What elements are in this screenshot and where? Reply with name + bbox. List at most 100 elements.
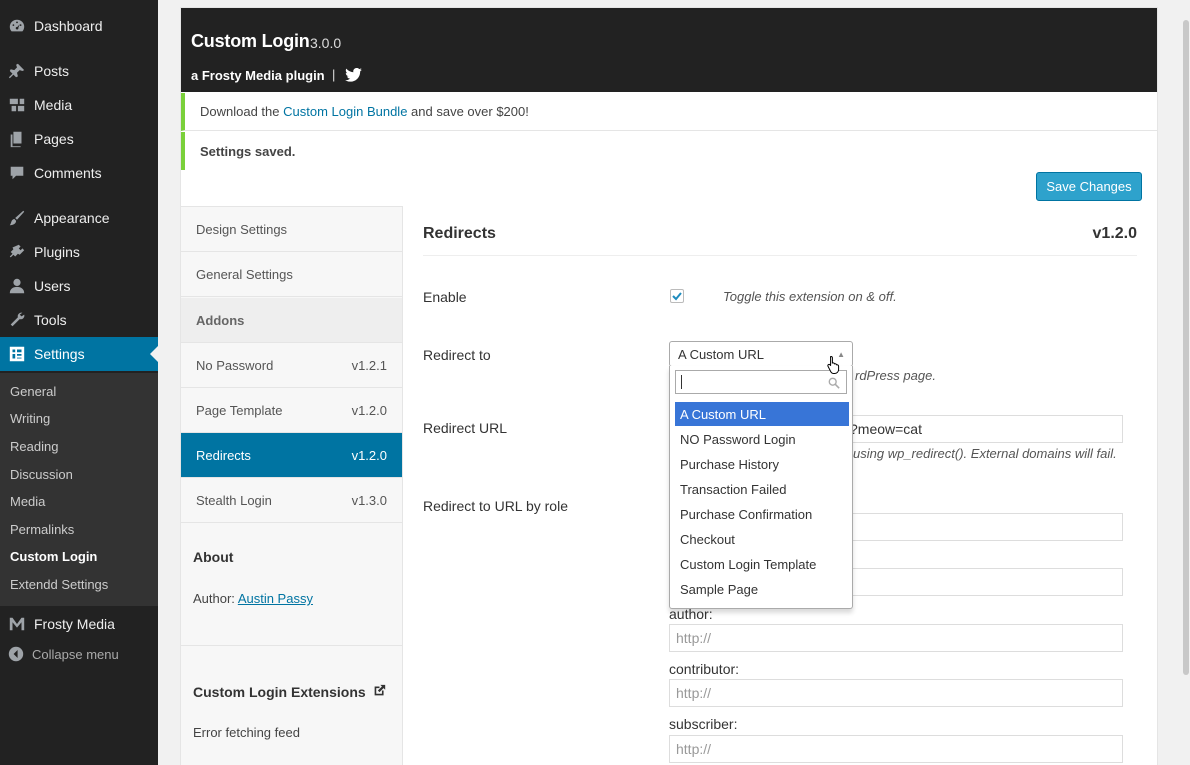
redirect-to-label: Redirect to <box>423 347 491 363</box>
header-separator: | <box>332 67 336 82</box>
text-caret <box>681 375 682 389</box>
redirect-to-description: rdPress page. <box>855 368 936 383</box>
menu-label: Dashboard <box>34 18 103 34</box>
settings-submenu: General Writing Reading Discussion Media… <box>0 373 158 606</box>
contributor-url-input[interactable]: http:// <box>669 679 1123 707</box>
nav-page-template[interactable]: Page Template v1.2.0 <box>181 388 402 433</box>
nav-redirects[interactable]: Redirects v1.2.0 <box>181 433 402 478</box>
hand-cursor-icon <box>826 355 842 378</box>
menu-label: Users <box>34 278 71 294</box>
menu-item-tools[interactable]: Tools <box>0 303 158 337</box>
dropdown-option[interactable]: Purchase History <box>675 452 849 476</box>
addon-name: Stealth Login <box>196 492 272 508</box>
menu-label: Pages <box>34 131 74 147</box>
placeholder: http:// <box>676 630 712 646</box>
author-link[interactable]: Austin Passy <box>238 591 313 606</box>
external-link-icon[interactable] <box>373 684 386 700</box>
addon-name: Redirects <box>196 447 251 463</box>
collapse-menu-button[interactable]: Collapse menu <box>0 646 119 662</box>
brush-icon <box>0 209 34 227</box>
dropdown-option[interactable]: Checkout <box>675 527 849 551</box>
collapse-arrow-icon <box>0 646 32 662</box>
extensions-title: Custom Login Extensions <box>193 684 386 700</box>
dropdown-option[interactable]: Transaction Failed <box>675 477 849 501</box>
nav-label: Design Settings <box>196 221 288 237</box>
menu-item-pages[interactable]: Pages <box>0 122 158 156</box>
extensions-label: Custom Login Extensions <box>193 684 366 700</box>
menu-item-users[interactable]: Users <box>0 269 158 303</box>
about-title: About <box>193 549 234 565</box>
submenu-media[interactable]: Media <box>10 494 45 509</box>
saved-text: Settings saved. <box>200 143 296 159</box>
pages-icon <box>0 130 34 148</box>
settings-icon <box>0 345 34 363</box>
bundle-link[interactable]: Custom Login Bundle <box>283 104 407 119</box>
checkmark-icon <box>672 292 682 301</box>
dropdown-option[interactable]: Custom Login Template <box>675 552 849 576</box>
author-label: Author: <box>193 591 238 606</box>
submenu-general[interactable]: General <box>10 384 56 399</box>
dropdown-option[interactable]: A Custom URL <box>675 402 849 426</box>
dashboard-icon <box>0 17 34 35</box>
enable-checkbox[interactable] <box>670 289 684 303</box>
addon-name: No Password <box>196 357 274 373</box>
menu-item-plugins[interactable]: Plugins <box>0 235 158 269</box>
enable-description: Toggle this extension on & off. <box>723 289 897 304</box>
promo-prefix: Download the <box>200 104 284 119</box>
addon-version: v1.2.0 <box>351 402 387 418</box>
nav-label: General Settings <box>196 266 293 282</box>
menu-item-dashboard[interactable]: Dashboard <box>0 9 158 43</box>
menu-item-settings[interactable]: Settings <box>0 337 158 371</box>
submenu-custom-login[interactable]: Custom Login <box>10 549 97 564</box>
menu-label: Settings <box>34 346 85 362</box>
feed-error-text: Error fetching feed <box>193 725 300 740</box>
page-scrollbar[interactable] <box>1182 0 1190 765</box>
nav-addons-heading: Addons <box>181 298 402 343</box>
media-icon <box>0 96 34 114</box>
menu-label: Comments <box>34 165 102 181</box>
nav-design-settings[interactable]: Design Settings <box>181 207 402 252</box>
dropdown-option[interactable]: Purchase Confirmation <box>675 502 849 526</box>
menu-item-comments[interactable]: Comments <box>0 156 158 190</box>
menu-label: Appearance <box>34 210 110 226</box>
settings-saved-notice: Settings saved. <box>181 132 1157 170</box>
collapse-label: Collapse menu <box>32 646 119 662</box>
twitter-icon[interactable] <box>345 67 362 85</box>
redirect-url-description: using wp_redirect(). External domains wi… <box>853 446 1117 461</box>
menu-label: Media <box>34 97 73 113</box>
menu-item-media[interactable]: Media <box>0 88 158 122</box>
select-value: A Custom URL <box>678 346 764 362</box>
dropdown-option[interactable]: NO Password Login <box>675 427 849 451</box>
section-title: Redirects <box>423 225 496 242</box>
submenu-extendd-settings[interactable]: Extendd Settings <box>10 577 108 592</box>
submenu-permalinks[interactable]: Permalinks <box>10 522 74 537</box>
author-url-input[interactable]: http:// <box>669 624 1123 652</box>
menu-item-appearance[interactable]: Appearance <box>0 201 158 235</box>
user-icon <box>0 277 34 295</box>
section-divider <box>423 255 1137 256</box>
nav-general-settings[interactable]: General Settings <box>181 252 402 297</box>
save-changes-button[interactable]: Save Changes <box>1036 172 1142 201</box>
menu-item-frosty-media[interactable]: Frosty Media <box>0 607 158 641</box>
plugin-header: Custom Login 3.0.0 a Frosty Media plugin… <box>181 8 1157 92</box>
dropdown-option[interactable]: Sample Page <box>675 577 849 601</box>
submenu-reading[interactable]: Reading <box>10 439 58 454</box>
menu-label: Posts <box>34 63 70 79</box>
nav-no-password[interactable]: No Password v1.2.1 <box>181 343 402 388</box>
subscriber-url-input[interactable]: http:// <box>669 735 1123 763</box>
enable-label: Enable <box>423 289 467 305</box>
submenu-writing[interactable]: Writing <box>10 411 50 426</box>
submenu-discussion[interactable]: Discussion <box>10 467 73 482</box>
plugin-panel: Custom Login 3.0.0 a Frosty Media plugin… <box>180 7 1158 765</box>
redirect-url-value: ?meow=cat <box>850 421 922 437</box>
scrollbar-thumb[interactable] <box>1183 20 1189 675</box>
dropdown-search-input[interactable] <box>675 370 847 394</box>
nav-divider <box>181 645 402 646</box>
pin-icon <box>0 62 34 80</box>
admin-sidebar: Dashboard Posts Media Pages Comments App… <box>0 0 158 765</box>
menu-item-posts[interactable]: Posts <box>0 54 158 88</box>
search-icon <box>828 376 840 392</box>
addon-version: v1.2.0 <box>351 447 387 463</box>
nav-stealth-login[interactable]: Stealth Login v1.3.0 <box>181 478 402 523</box>
settings-nav: Design Settings General Settings Addons … <box>181 206 403 765</box>
